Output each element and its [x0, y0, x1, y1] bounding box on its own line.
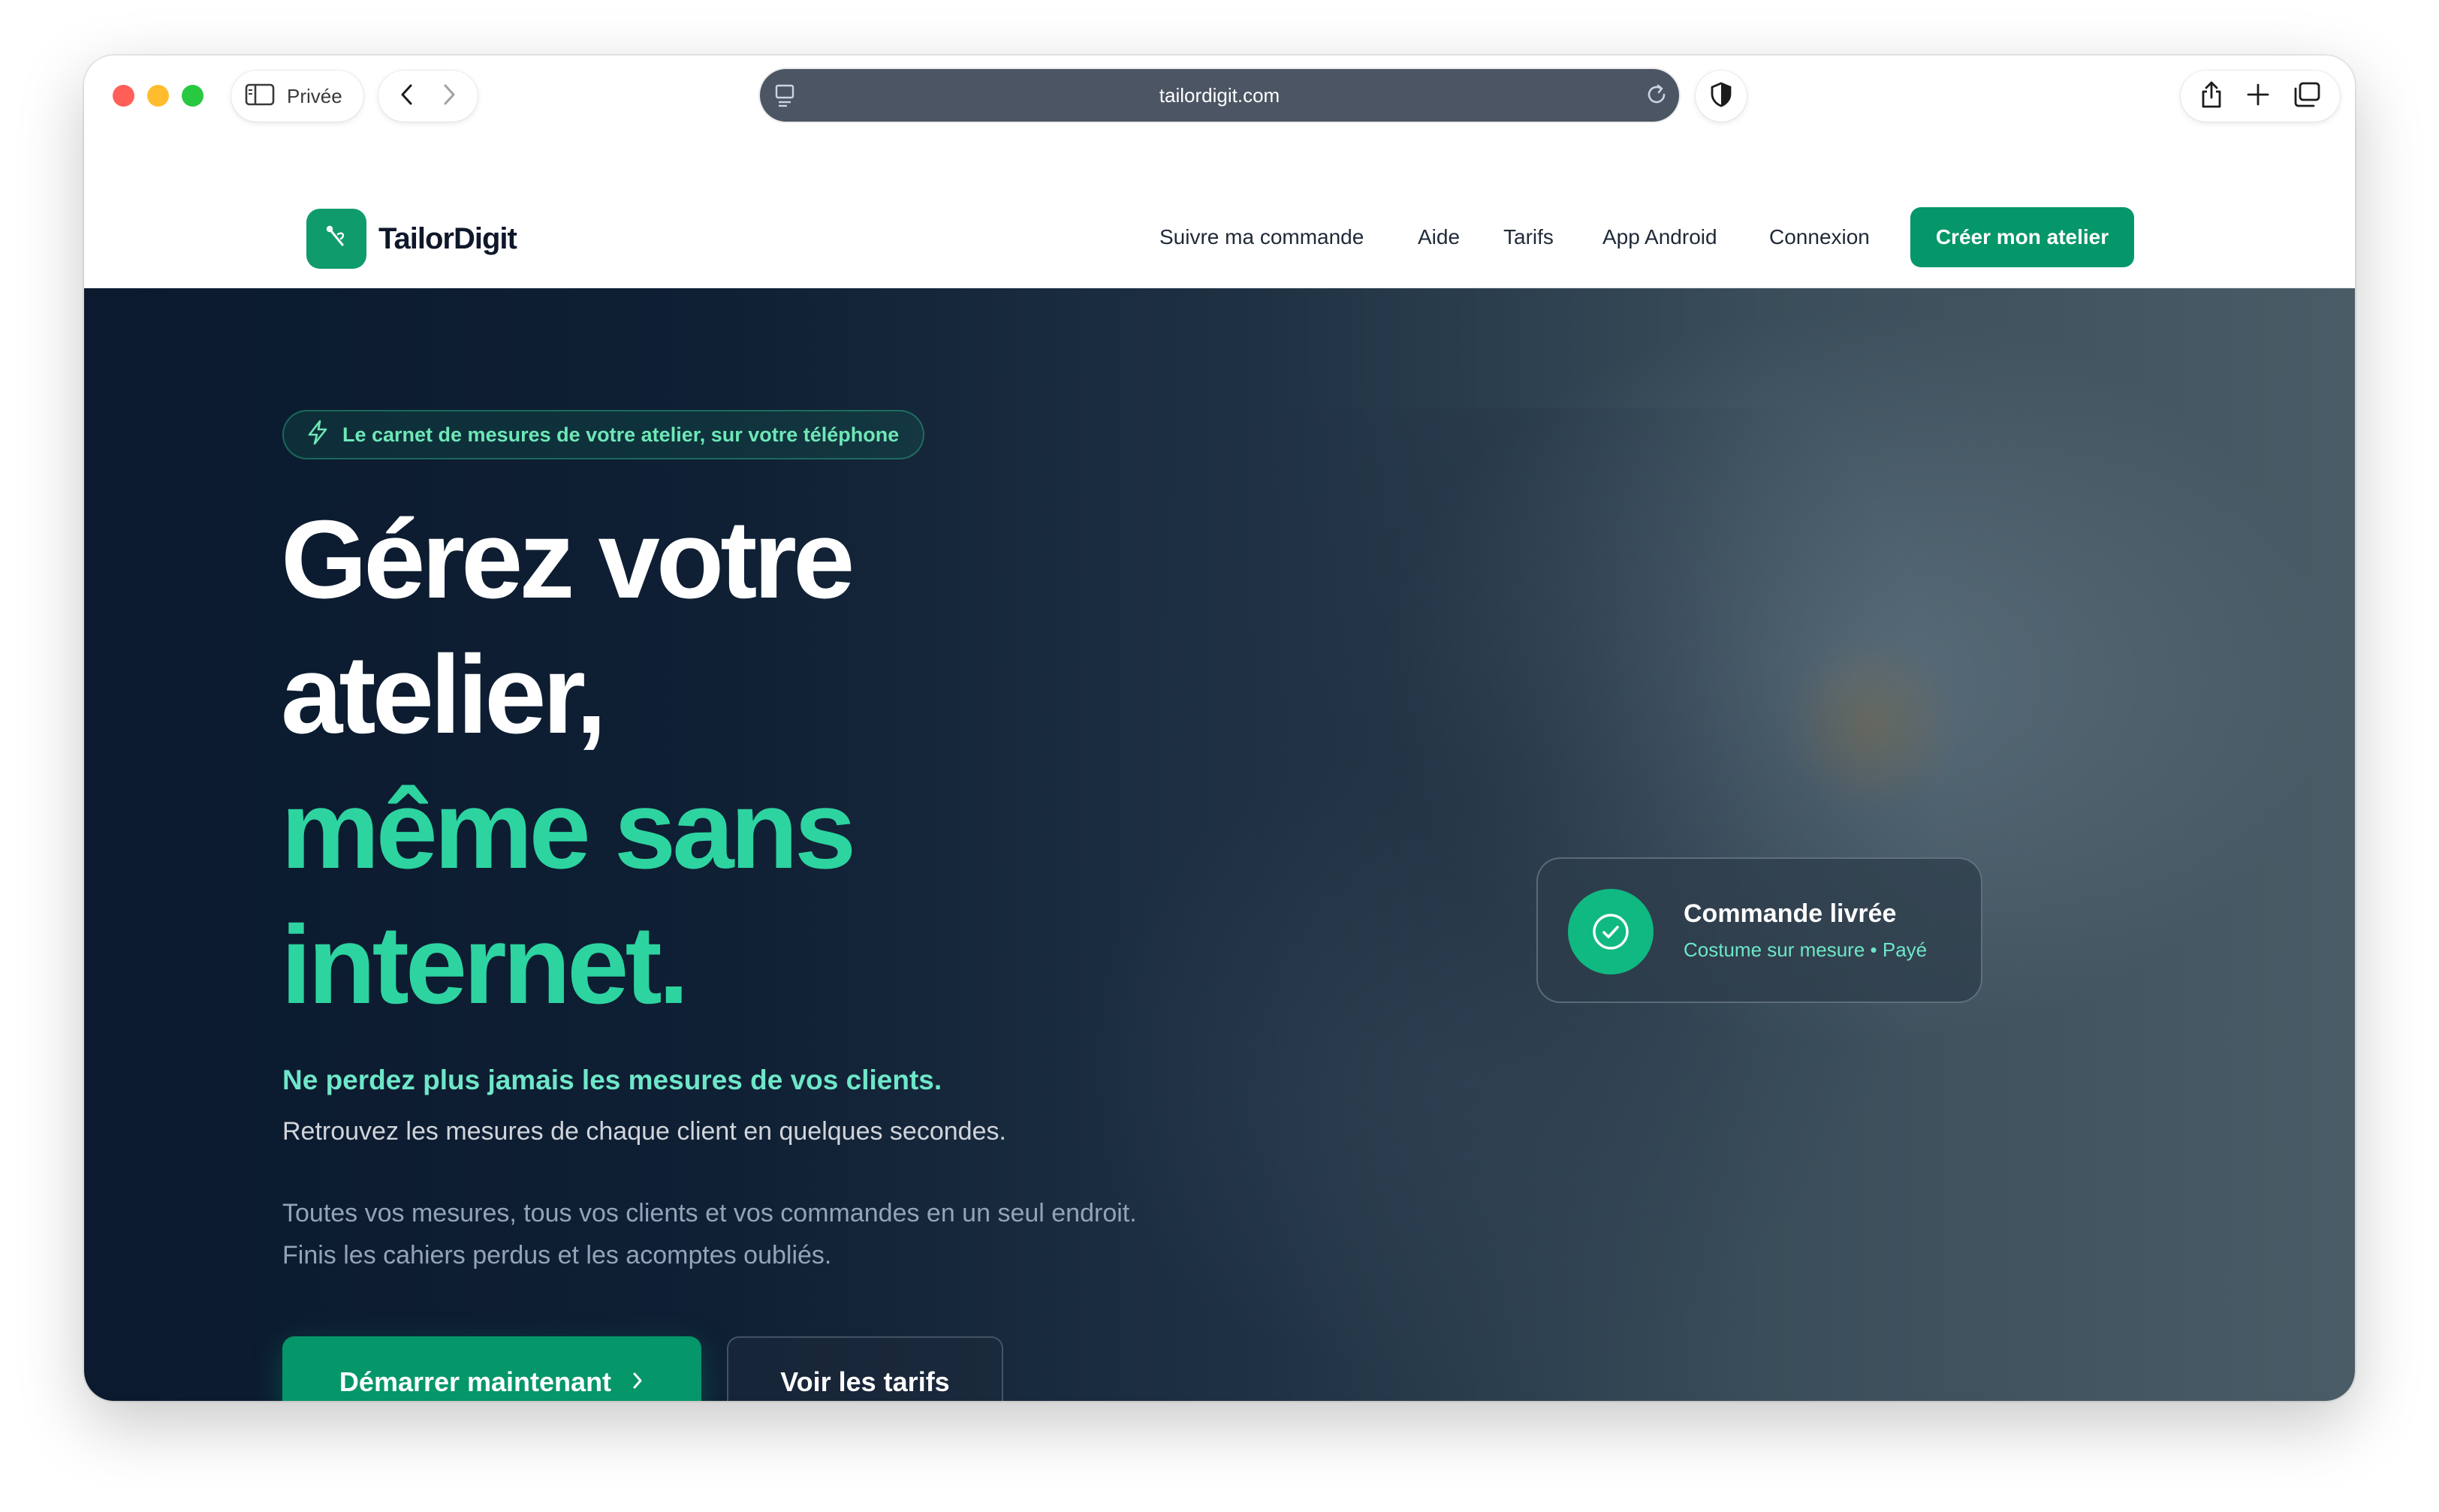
hero-tagline: Ne perdez plus jamais les mesures de vos… — [282, 1065, 942, 1095]
nav-track-order[interactable]: Suivre ma commande — [1159, 225, 1364, 249]
order-status-title: Commande livrée — [1684, 899, 1897, 928]
zoom-window-button[interactable] — [182, 85, 204, 107]
order-status-subtitle: Costume sur mesure • Payé — [1684, 938, 1928, 961]
hero-background-flower — [1781, 634, 1961, 814]
headline-line-3: même sans — [281, 768, 856, 892]
plus-icon[interactable] — [2246, 83, 2270, 110]
browser-window: Privée tailordigit.com TailorDigit Suivr… — [84, 56, 2355, 1401]
lightning-icon — [306, 420, 329, 450]
tabs-overview-icon[interactable] — [2293, 81, 2321, 112]
private-label: Privée — [287, 84, 342, 107]
nav-pricing[interactable]: Tarifs — [1503, 225, 1554, 249]
headline-line-2: atelier, — [281, 633, 607, 757]
close-window-button[interactable] — [113, 85, 134, 107]
history-nav — [378, 71, 478, 122]
url-text[interactable]: tailordigit.com — [1159, 84, 1280, 107]
browser-toolbar: Privée tailordigit.com — [84, 56, 2355, 137]
hero-badge-text: Le carnet de mesures de votre atelier, s… — [342, 423, 900, 446]
chevron-right-icon — [631, 1366, 644, 1398]
brand-name[interactable]: TailorDigit — [378, 222, 517, 256]
order-status-card: Commande livrée Costume sur mesure • Pay… — [1536, 857, 1982, 1003]
minimize-window-button[interactable] — [147, 85, 169, 107]
shield-icon — [1710, 81, 1732, 111]
reader-icon[interactable] — [770, 78, 800, 115]
start-now-label: Démarrer maintenant — [339, 1366, 612, 1397]
chevron-left-icon[interactable] — [399, 83, 415, 110]
headline-line-4: internet. — [281, 903, 689, 1027]
nav-help[interactable]: Aide — [1418, 225, 1460, 249]
private-mode-pill[interactable]: Privée — [231, 71, 363, 122]
chevron-right-icon[interactable] — [442, 83, 457, 110]
hero-section: Le carnet de mesures de votre atelier, s… — [84, 288, 2355, 1401]
site-header: TailorDigit Suivre ma commande Aide Tari… — [84, 137, 2355, 288]
view-pricing-button[interactable]: Voir les tarifs — [727, 1336, 1003, 1401]
nav-android-app[interactable]: App Android — [1602, 225, 1717, 249]
share-icon[interactable] — [2199, 80, 2223, 113]
hero-subtitle: Retrouvez les mesures de chaque client e… — [282, 1117, 1006, 1146]
check-circle-icon — [1568, 889, 1654, 974]
needle-icon — [321, 222, 351, 256]
reload-icon[interactable] — [1643, 81, 1670, 112]
headline-line-1: Gérez votre — [281, 498, 855, 622]
toolbar-actions — [2181, 71, 2340, 122]
address-bar[interactable]: tailordigit.com — [760, 69, 1679, 122]
start-now-button[interactable]: Démarrer maintenant — [282, 1336, 701, 1401]
nav-login[interactable]: Connexion — [1769, 225, 1870, 249]
hero-badge: Le carnet de mesures de votre atelier, s… — [282, 410, 925, 459]
brand-logo[interactable] — [306, 209, 366, 269]
create-workshop-button[interactable]: Créer mon atelier — [1910, 207, 2134, 267]
sidebar-icon[interactable] — [245, 83, 275, 110]
privacy-report-button[interactable] — [1696, 71, 1747, 122]
hero-description: Toutes vos mesures, tous vos clients et … — [282, 1199, 1137, 1270]
